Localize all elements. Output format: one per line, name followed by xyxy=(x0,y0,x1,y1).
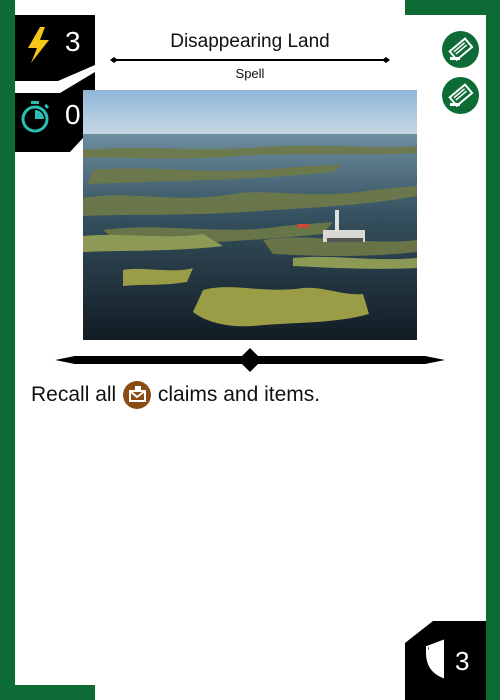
rules-text-start: Recall all xyxy=(31,383,117,406)
rules-text-end: claims and items. xyxy=(157,383,321,406)
shield-badge: 3 xyxy=(405,621,486,700)
card-title: Disappearing Land xyxy=(170,31,330,52)
card-type-icon xyxy=(442,77,479,114)
rules-text: Recall all claims and items. xyxy=(31,380,461,410)
text-divider xyxy=(55,348,445,372)
card-type-line: Spell xyxy=(235,66,265,81)
card-type-icon xyxy=(442,31,479,68)
card-artwork xyxy=(83,90,417,340)
shield-value: 3 xyxy=(455,646,470,676)
energy-cost: 3 xyxy=(65,26,81,57)
time-cost: 0 xyxy=(65,99,81,130)
frame-strip-top xyxy=(405,0,500,15)
frame-strip-bottom xyxy=(0,685,95,700)
claim-icon xyxy=(123,381,152,409)
title-rule xyxy=(110,57,390,63)
